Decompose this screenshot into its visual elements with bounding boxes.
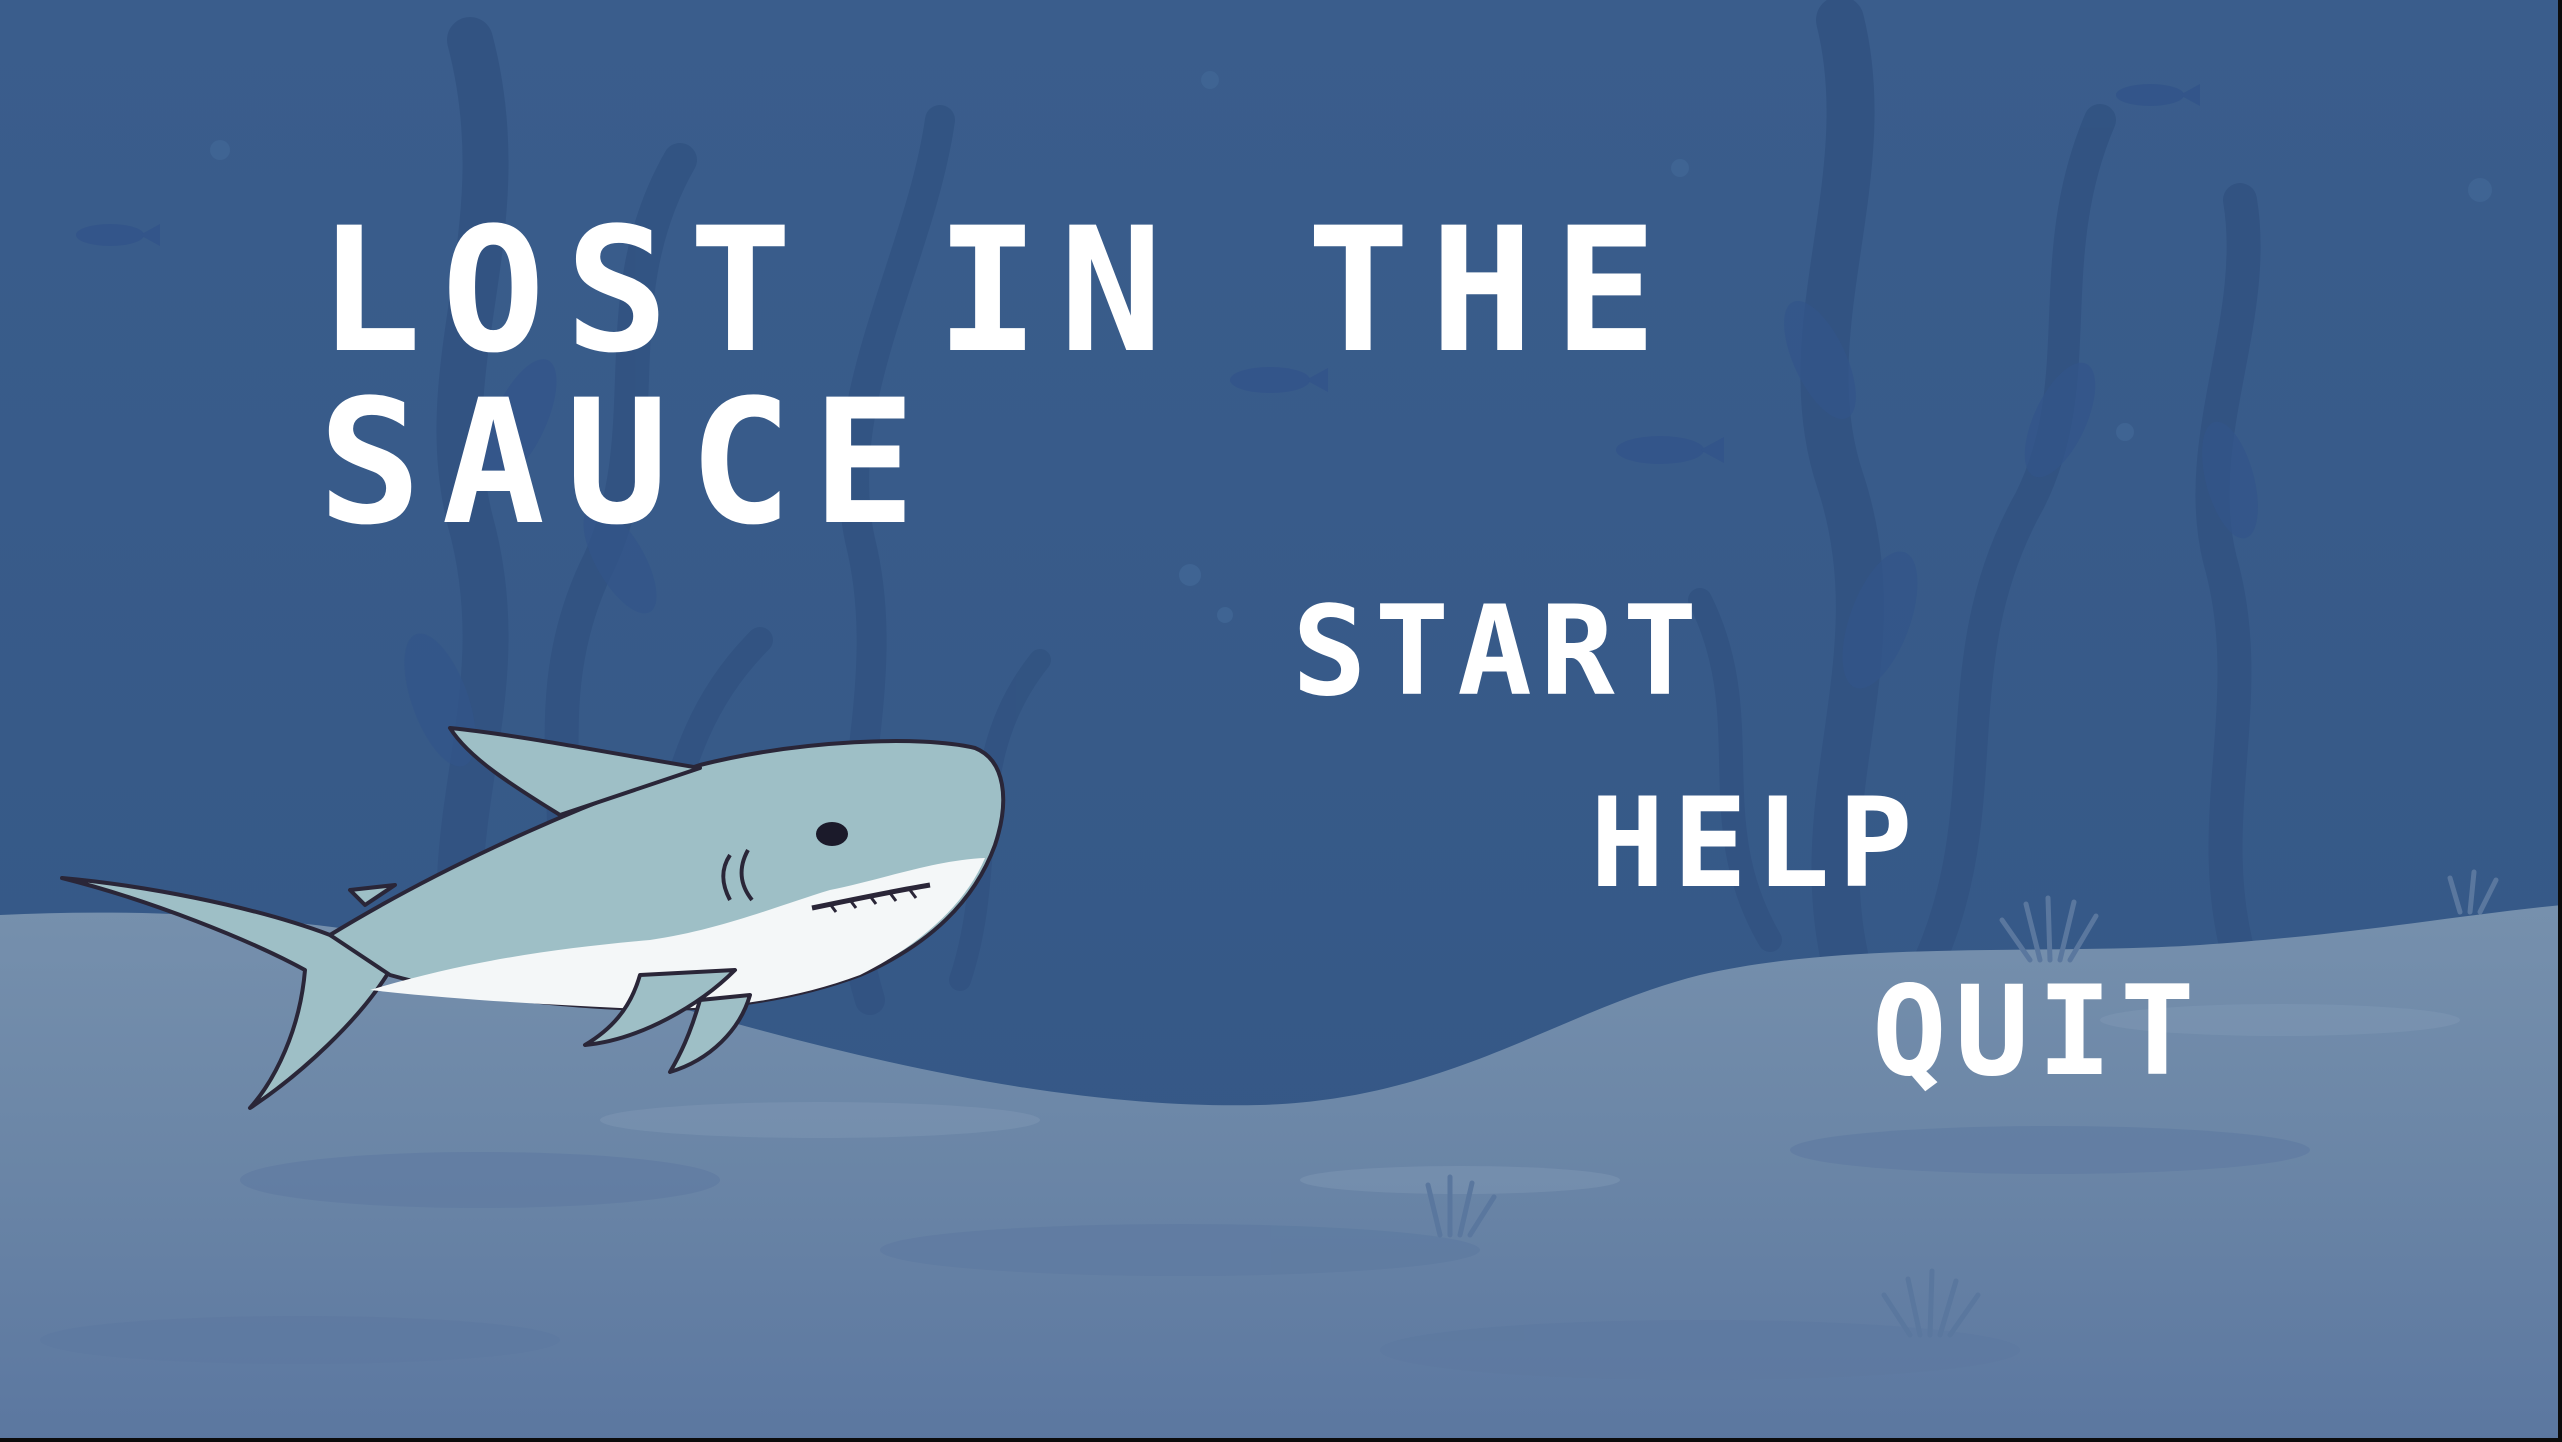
window-border-bottom <box>0 1438 2562 1442</box>
start-button[interactable]: START <box>1292 590 1705 714</box>
title-line-1: LOST IN THE <box>318 190 1678 391</box>
quit-button[interactable]: QUIT <box>1872 970 2203 1094</box>
seafloor-texture <box>40 1126 2310 1380</box>
help-button[interactable]: HELP <box>1590 782 1921 906</box>
game-title: LOST IN THE SAUCE <box>318 205 1677 549</box>
window-border-right <box>2558 0 2562 1442</box>
title-screen: LOST IN THE SAUCE START HELP QUIT <box>0 0 2562 1442</box>
shark-character <box>60 726 1006 1110</box>
title-line-2: SAUCE <box>318 362 936 563</box>
